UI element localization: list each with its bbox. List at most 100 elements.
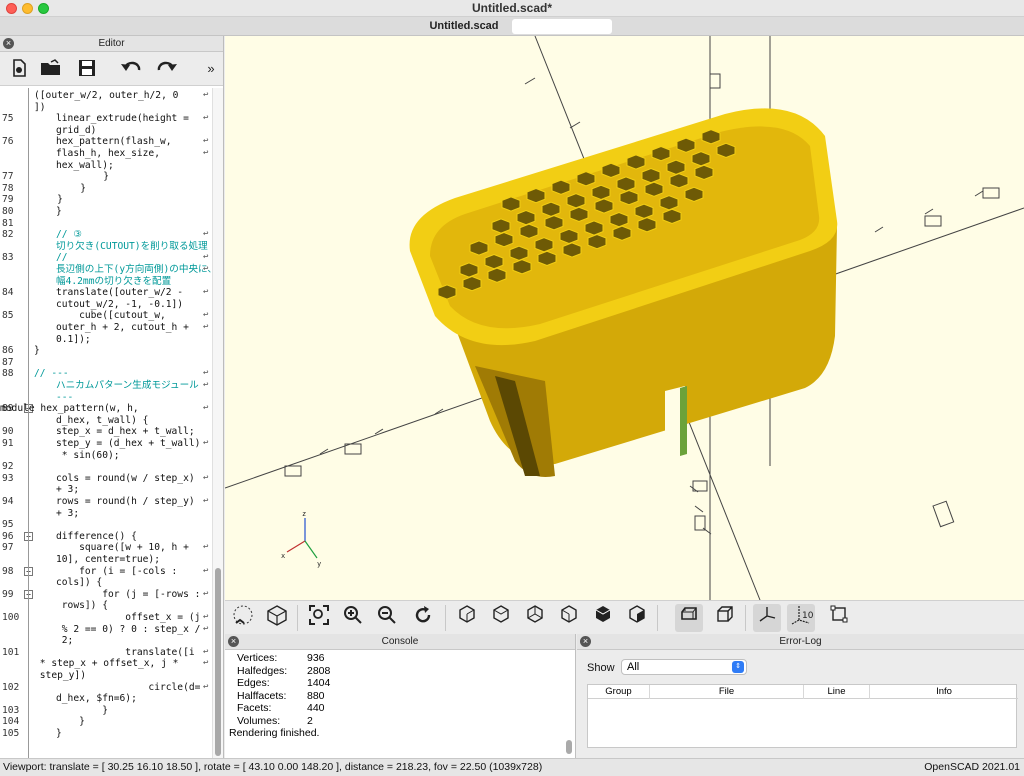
code-line[interactable]: } — [34, 194, 210, 206]
more-icon[interactable]: » — [204, 59, 218, 79]
honeycomb-cell — [651, 145, 671, 162]
tab-untitled[interactable]: Untitled.scad — [416, 18, 512, 35]
close-icon[interactable]: × — [3, 38, 14, 49]
wrap-icon: ↩ — [203, 380, 209, 390]
code-line[interactable]: circle(d= — [34, 682, 210, 694]
code-line[interactable]: 0.1]); — [34, 334, 210, 346]
code-line[interactable]: // --- — [34, 368, 210, 380]
view-back-icon[interactable] — [623, 604, 651, 632]
code-line[interactable]: module hex_pattern(w, h, — [0, 403, 210, 415]
code-line[interactable]: step_x = d_hex + t_wall; — [34, 426, 210, 438]
code-line[interactable]: 長辺側の上下(y方向両側)の中央に、 — [34, 264, 217, 276]
code-line[interactable]: d_hex, t_wall) { — [34, 415, 210, 427]
preview-icon[interactable] — [229, 604, 257, 632]
show-edges-icon[interactable] — [825, 604, 853, 632]
code-line[interactable]: ]) — [34, 102, 210, 114]
code-line[interactable]: translate([outer_w/2 - — [34, 287, 210, 299]
code-line[interactable]: step_y = (d_hex + t_wall) — [34, 438, 210, 450]
view-left-icon[interactable] — [555, 604, 583, 632]
code-line[interactable]: hex_pattern(flash_w, — [34, 136, 210, 148]
code-line[interactable]: square([w + 10, h + — [34, 542, 210, 554]
wrap-icon: ↩ — [203, 368, 209, 379]
code-line[interactable]: 2; — [34, 635, 210, 647]
code-line[interactable]: * sin(60); — [34, 450, 210, 462]
code-line[interactable]: } — [34, 728, 210, 740]
toolbar-separator — [297, 605, 298, 631]
code-line[interactable]: } — [34, 171, 210, 183]
redo-icon[interactable] — [156, 59, 178, 79]
code-line[interactable]: difference() { — [34, 531, 210, 543]
show-axes-icon[interactable] — [753, 604, 781, 632]
code-line[interactable]: rows]) { — [34, 600, 210, 612]
code-line[interactable]: grid_d) — [34, 125, 210, 137]
view-right-icon[interactable] — [453, 604, 481, 632]
code-line[interactable]: d_hex, $fn=6); — [34, 693, 210, 705]
editor-scroll-thumb[interactable] — [215, 568, 221, 756]
new-file-icon[interactable] — [8, 59, 30, 79]
perspective-icon[interactable] — [675, 604, 703, 632]
honeycomb-cell — [537, 250, 557, 267]
column-group[interactable]: Group — [588, 685, 650, 699]
column-file[interactable]: File — [650, 685, 804, 699]
code-line[interactable]: hex_wall); — [34, 160, 210, 172]
code-line[interactable]: cols = round(w / step_x) — [34, 473, 210, 485]
code-line[interactable]: for (j = [-rows : — [34, 589, 210, 601]
code-line[interactable]: translate([i — [34, 647, 210, 659]
code-line[interactable]: step_y]) — [34, 670, 210, 682]
render-icon[interactable] — [263, 604, 291, 632]
code-line[interactable]: % 2 == 0) ? 0 : step_x / — [34, 624, 210, 636]
zoom-out-icon[interactable] — [373, 604, 401, 632]
column-info[interactable]: Info — [870, 685, 1018, 699]
code-line[interactable]: linear_extrude(height = — [34, 113, 210, 125]
view-front-icon[interactable] — [589, 604, 617, 632]
save-icon[interactable] — [76, 59, 98, 79]
code-line[interactable]: 切り欠き(CUTOUT)を削り取る処理 — [34, 241, 210, 253]
render-canvas[interactable]: z x y — [225, 36, 1024, 600]
column-line[interactable]: Line — [804, 685, 870, 699]
reset-view-icon[interactable] — [409, 604, 437, 632]
code-line[interactable]: for (i = [-cols : — [34, 566, 210, 578]
code-line[interactable]: } — [34, 716, 210, 728]
zoom-in-icon[interactable] — [339, 604, 367, 632]
code-line[interactable]: // ③ — [34, 229, 210, 241]
code-line[interactable]: cube([cutout_w, — [34, 310, 210, 322]
console-scroll-thumb[interactable] — [566, 740, 572, 754]
editor-scrollbar[interactable] — [212, 88, 223, 758]
code-editor[interactable]: 75 76 77 78 79 80 81 82 83 84 85 86 87 88 89 90 91 92 93 94… — [0, 88, 223, 758]
new-tab-area[interactable] — [512, 19, 612, 34]
view-all-icon[interactable] — [305, 604, 333, 632]
code-line[interactable]: + 3; — [34, 508, 210, 520]
honeycomb-cell — [509, 245, 529, 261]
orthogonal-icon[interactable] — [711, 604, 739, 632]
code-line[interactable]: rows = round(h / step_y) — [34, 496, 210, 508]
code-line[interactable]: } — [34, 705, 210, 717]
show-scale-icon[interactable]: 10 — [787, 604, 815, 632]
code-line[interactable]: outer_h + 2, cutout_h + — [34, 322, 210, 334]
tab-bar: Untitled.scad — [0, 17, 1024, 36]
code-line[interactable]: ([outer_w/2, outer_h/2, 0 — [34, 90, 210, 102]
code-line[interactable]: flash_h, hex_size, — [34, 148, 210, 160]
code-line[interactable]: + 3; — [34, 484, 210, 496]
undo-icon[interactable] — [120, 59, 142, 79]
code-line[interactable]: --- — [34, 392, 210, 404]
code-line[interactable]: ハニカムパターン生成モジュール — [34, 380, 210, 392]
console-output: Vertices: 936 Halfedges: 2808 Edges: 1404 Half… — [225, 650, 576, 758]
code-line[interactable]: } — [34, 206, 210, 218]
code-line[interactable]: // — [34, 252, 210, 264]
view-bottom-icon[interactable] — [521, 604, 549, 632]
code-line[interactable]: offset_x = (j — [34, 612, 210, 624]
code-line[interactable]: cutout_w/2, -1, -0.1]) — [34, 299, 210, 311]
code-line[interactable]: } — [34, 183, 210, 195]
code-line[interactable]: 10], center=true); — [34, 554, 210, 566]
code-line[interactable]: 幅4.2mmの切り欠きを配置 — [34, 276, 210, 288]
code-line[interactable]: cols]) { — [34, 577, 210, 589]
code-line[interactable]: * step_x + offset_x, j * — [34, 658, 210, 670]
code-line[interactable]: } — [34, 345, 210, 357]
open-file-icon[interactable] — [40, 59, 62, 79]
close-icon[interactable]: × — [580, 636, 591, 647]
show-filter-select[interactable]: All ⇕ — [621, 659, 747, 675]
3d-viewport[interactable]: z x y — [225, 36, 1024, 600]
view-top-icon[interactable] — [487, 604, 515, 632]
close-icon[interactable]: × — [228, 636, 239, 647]
console-scrollbar[interactable] — [565, 652, 573, 756]
